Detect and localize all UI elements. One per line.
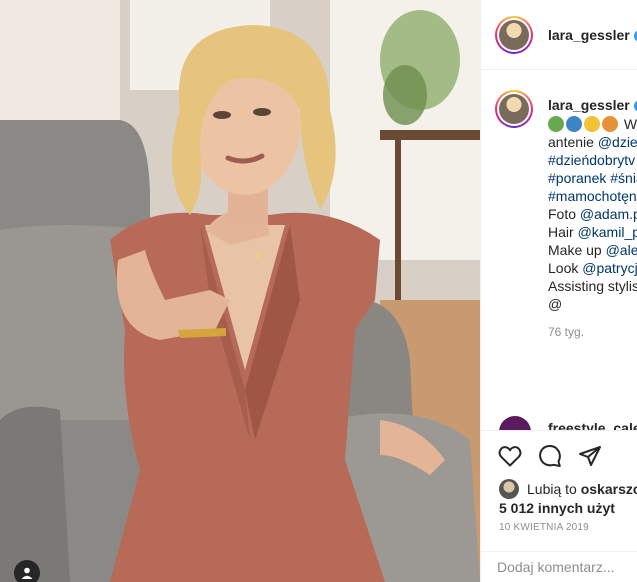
author-username[interactable]: lara_gessler✓ bbox=[548, 27, 637, 43]
hashtag-link[interactable]: #mamochotęn bbox=[548, 188, 637, 204]
photo-illustration bbox=[0, 0, 480, 582]
caption-line: Assisting stylist bbox=[548, 278, 637, 294]
share-button[interactable] bbox=[577, 443, 603, 469]
caption-line: #poranek #śnia bbox=[548, 169, 637, 187]
mention-link[interactable]: @patrycja bbox=[582, 260, 637, 276]
caption-author-avatar[interactable] bbox=[495, 90, 533, 128]
comment-input[interactable] bbox=[497, 559, 637, 575]
emoji-icon bbox=[548, 116, 564, 132]
post-side-panel: lara_gessler✓ lara_gessler✓ W antenie @d… bbox=[480, 0, 637, 582]
caption-line: #dzieńdobrytv bbox=[548, 151, 637, 169]
caption-author-username[interactable]: lara_gessler✓ bbox=[548, 97, 637, 113]
liker-avatar bbox=[499, 479, 519, 499]
like-button[interactable] bbox=[497, 443, 523, 469]
author-avatar[interactable] bbox=[495, 16, 533, 54]
caption-line: Make up @ale bbox=[548, 242, 637, 258]
mention-link[interactable]: @adam.p bbox=[580, 206, 637, 222]
post-time-ago[interactable]: 76 tyg. bbox=[548, 325, 584, 339]
likes-summary[interactable]: Lubią to oskarszcz 5 012 innych użyt bbox=[499, 479, 637, 517]
paper-plane-icon bbox=[579, 446, 601, 466]
liker-username[interactable]: oskarszcz bbox=[581, 481, 637, 497]
likes-count[interactable]: 5 012 innych użyt bbox=[499, 500, 615, 516]
hashtag-link[interactable]: #poranek #śnia bbox=[548, 170, 637, 186]
action-icons bbox=[497, 443, 603, 469]
caption-line: @ bbox=[548, 296, 563, 312]
heart-icon bbox=[498, 446, 522, 467]
post-photo[interactable] bbox=[0, 0, 480, 582]
caption-line: W bbox=[548, 115, 637, 133]
caption-line: Look @patrycja bbox=[548, 259, 637, 277]
post-actions: Lubią to oskarszcz 5 012 innych użyt 10 … bbox=[481, 430, 637, 582]
emoji-icon bbox=[584, 116, 600, 132]
user-tag-button[interactable] bbox=[14, 560, 40, 582]
caption-line: Hair @kamil_p bbox=[548, 223, 637, 241]
post-date[interactable]: 10 KWIETNIA 2019 bbox=[499, 522, 589, 533]
mention-link[interactable]: @dzien bbox=[598, 134, 637, 150]
comment-icon bbox=[539, 445, 561, 467]
post-header: lara_gessler✓ bbox=[481, 0, 637, 70]
mention-link[interactable]: @ale bbox=[606, 242, 637, 258]
user-tag-icon bbox=[21, 567, 33, 579]
comment-button[interactable] bbox=[537, 443, 563, 469]
emoji-icon bbox=[566, 116, 582, 132]
emoji-icon bbox=[602, 116, 618, 132]
post-caption: W antenie @dzien #dzieńdobrytv #poranek … bbox=[548, 115, 637, 313]
hashtag-link[interactable]: #dzieńdobrytv bbox=[548, 152, 635, 168]
caption-line: antenie @dzien bbox=[548, 133, 637, 151]
caption-line: #mamochotęn bbox=[548, 187, 637, 205]
caption-line: Foto @adam.p bbox=[548, 205, 637, 223]
add-comment-area bbox=[481, 551, 637, 582]
mention-link[interactable]: @kamil_p bbox=[578, 224, 637, 240]
